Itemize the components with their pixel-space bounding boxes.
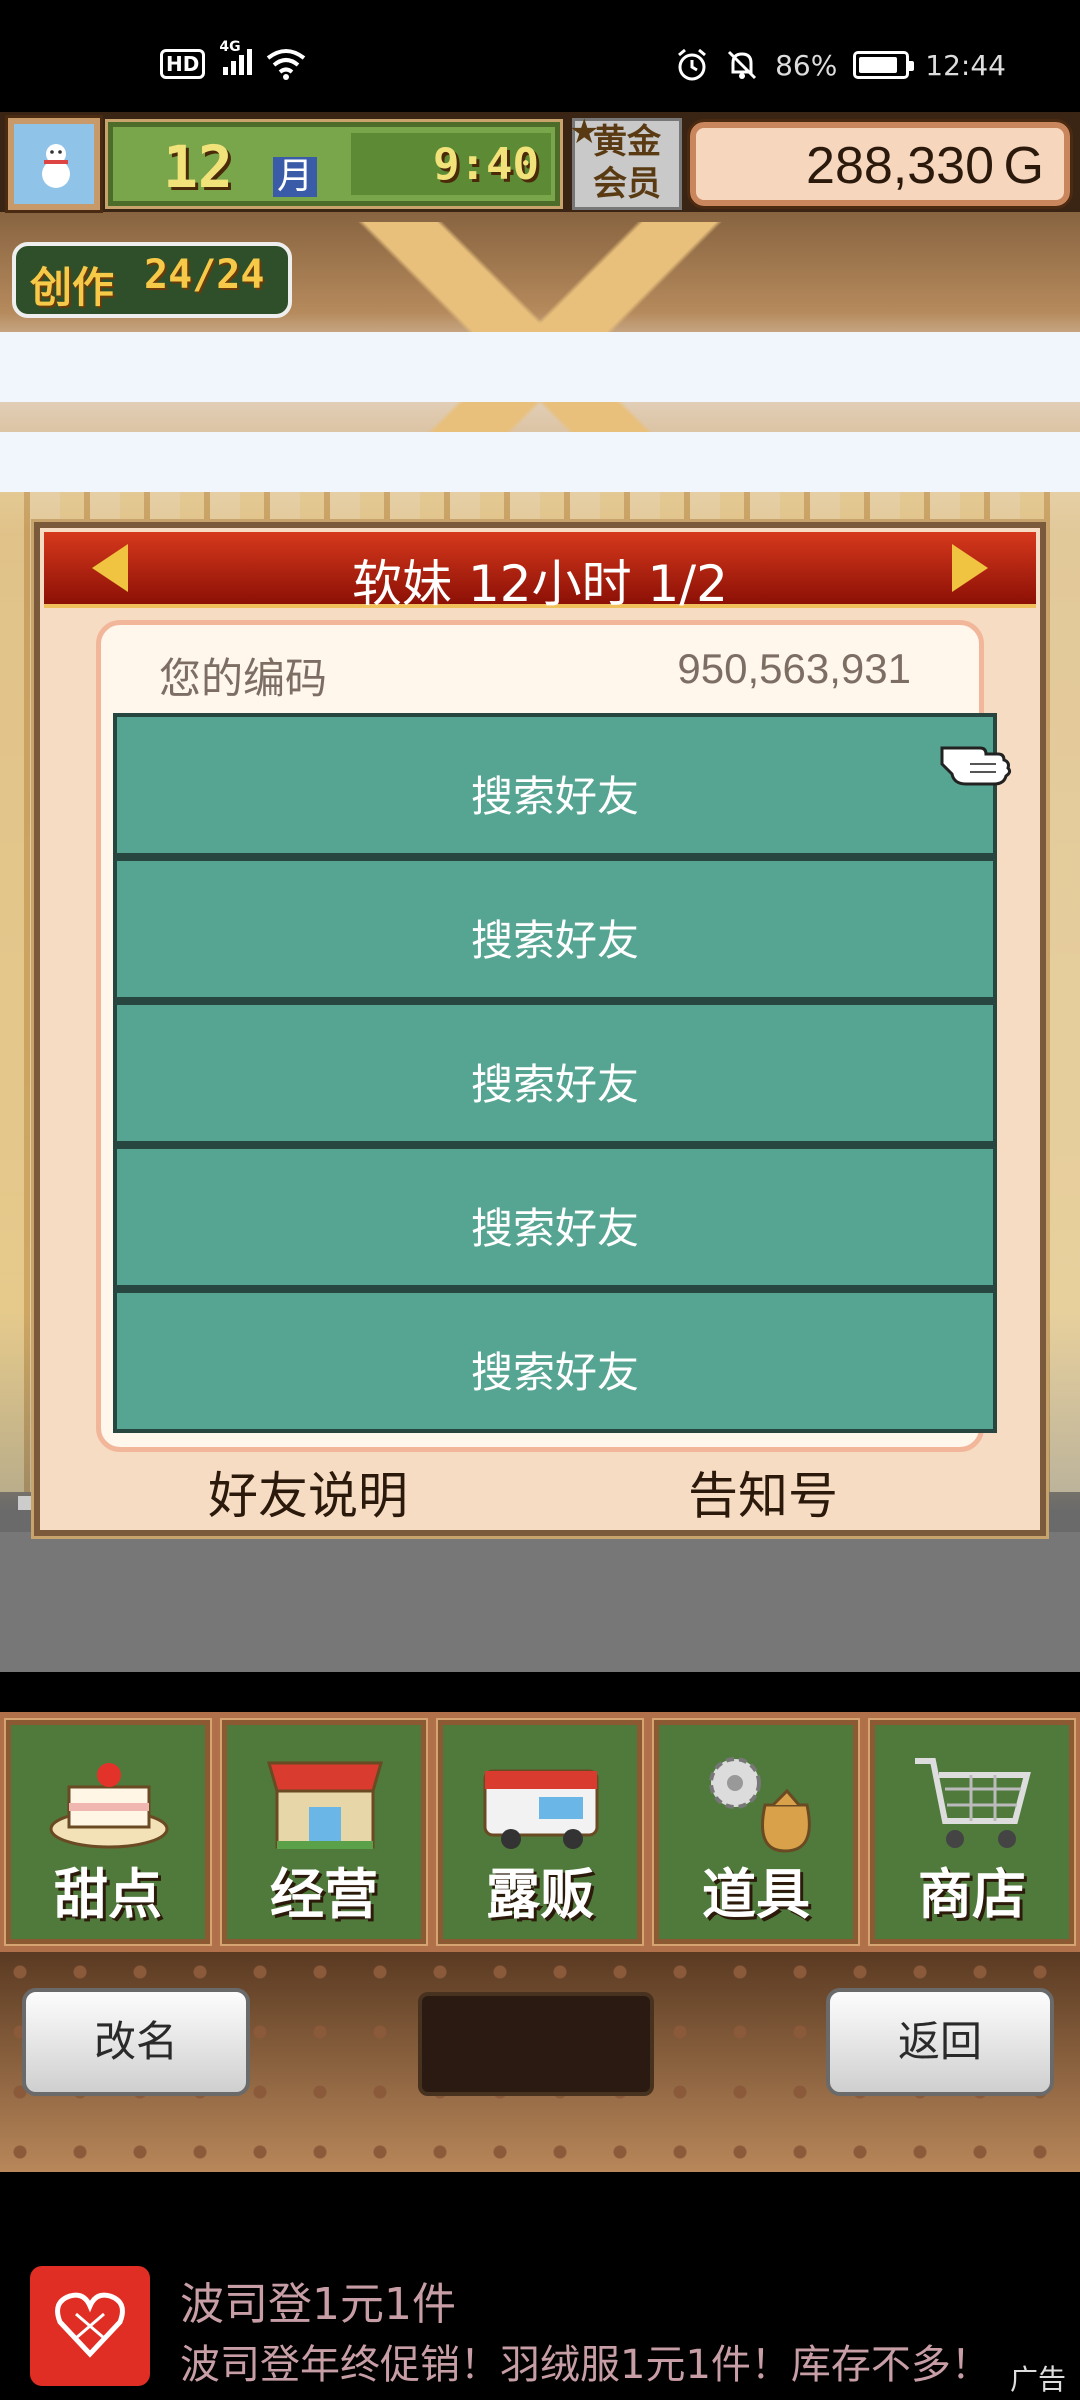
rename-button[interactable]: 改名 [22,1988,250,2096]
status-bar: HD 4G 86% 12:44 [0,0,1080,112]
create-label: 创作 [30,263,115,312]
back-button[interactable]: 返回 [826,1988,1054,2096]
menu-label: 商店 [918,1863,1026,1926]
menu-dessert[interactable]: 甜点 [4,1718,212,1946]
next-page-arrow-icon[interactable] [952,544,988,592]
gold-panel: 288,330 G [687,119,1073,209]
gear-bag-icon [709,1757,811,1853]
snow-layer [0,332,1080,402]
menu-label: 经营 [270,1863,378,1926]
ad-tag: 广告 [1009,2363,1066,2396]
gold-member-badge[interactable]: ★ 黄金 会员 [569,112,682,210]
menu-label: 道具 [702,1863,810,1926]
date-time-panel: 12 月 9:40 [105,119,563,209]
search-friend-button[interactable]: 搜索好友 [113,1001,997,1145]
food-truck-icon [483,1769,599,1849]
game-clock: 9:40 [351,133,551,195]
create-counter[interactable]: 创作 24/24 [12,242,292,318]
signal-icon: 4G [219,39,253,79]
main-menu: 甜点 经营 露贩 道具 商店 [0,1712,1080,1952]
network-type: 4G [219,39,241,55]
hd-badge: HD [160,49,206,79]
cake-icon [49,1763,169,1849]
center-panel [418,1992,654,2096]
shop-building-icon [267,1761,383,1849]
month-number: 12 [163,133,233,201]
search-friend-button[interactable]: 搜索好友 [113,1289,997,1433]
wifi-icon [267,49,306,80]
menu-items[interactable]: 道具 [652,1718,860,1946]
friend-slot-list: 搜索好友 搜索好友 搜索好友 搜索好友 搜索好友 [113,713,997,1433]
dialog-title: 软妹 12小时 1/2 [352,555,728,613]
month-unit: 月 [273,157,318,197]
status-left: HD 4G [160,39,306,80]
friends-panel: 您的编码 950,563,931 搜索好友 搜索好友 搜索好友 搜索好友 搜索好… [96,620,997,1452]
status-right: 86% 12:44 [675,48,1006,82]
menu-label: 甜点 [54,1863,162,1926]
snow-layer [0,432,1080,492]
ad-banner[interactable]: 波司登1元1件 波司登年终促销！羽绒服1元1件！库存不多！ 广告 [0,2172,1080,2400]
ad-app-logo [30,2266,150,2386]
control-bar: 改名 返回 [0,1952,1080,2172]
search-friend-button[interactable]: 搜索好友 [113,857,997,1001]
menu-label: 露贩 [486,1863,594,1926]
create-count: 24/24 [144,252,265,298]
clock: 12:44 [925,48,1006,82]
heart-logo-icon [55,2292,125,2358]
search-friend-label: 搜索好友 [470,916,639,965]
snowman-icon [42,144,70,188]
menu-manage[interactable]: 经营 [220,1718,428,1946]
battery-percent: 86% [775,48,838,82]
code-label: 您的编码 [159,654,328,703]
gold-amount: 288,330 [806,137,994,195]
alarm-icon [678,48,707,81]
gold-unit: G [1003,137,1044,195]
mute-bell-icon [728,50,757,80]
battery-icon [853,51,915,79]
game-time: 9:40 [433,139,539,190]
member-line2: 会员 [593,164,661,204]
player-avatar[interactable] [5,115,103,213]
dialog-header: 软妹 12小时 1/2 [44,532,1036,613]
code-value: 950,563,931 [677,645,911,692]
hand-pointer-icon [940,746,1012,786]
search-friend-button[interactable]: 搜索好友 [113,1145,997,1289]
search-friend-label: 搜索好友 [470,1060,639,1109]
road [0,1532,1080,1672]
menu-shop[interactable]: 商店 [868,1718,1076,1946]
search-friend-label: 搜索好友 [470,1348,639,1397]
friends-dialog: 软妹 12小时 1/2 您的编码 950,563,931 搜索好友 搜索好友 搜… [31,519,1049,1539]
ad-description: 波司登年终促销！羽绒服1元1件！库存不多！ [180,2342,991,2388]
menu-stall[interactable]: 露贩 [436,1718,644,1946]
search-friend-button[interactable]: 搜索好友 [113,713,997,857]
search-friend-label: 搜索好友 [470,772,639,821]
announce-code-link[interactable]: 告知号 [688,1456,838,1528]
search-friend-label: 搜索好友 [470,1204,639,1253]
shopping-cart-icon [915,1758,1031,1848]
ad-title: 波司登1元1件 [180,2279,456,2330]
top-hud: 12 月 9:40 ★ 黄金 会员 288,330 G [0,112,1080,213]
star-icon: ★ [569,112,600,152]
friend-help-link[interactable]: 好友说明 [208,1456,408,1528]
